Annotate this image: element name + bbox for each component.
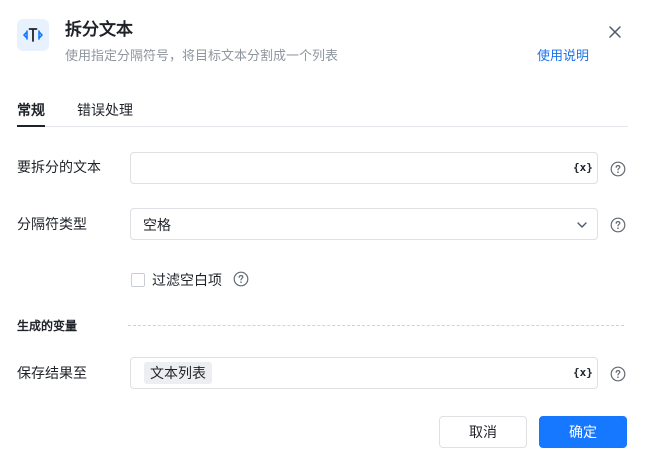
save-result-input[interactable]: 文本列表 {x}: [130, 357, 598, 389]
filter-empty-checkbox[interactable]: [131, 273, 145, 287]
dialog-title: 拆分文本: [65, 20, 133, 39]
cancel-button[interactable]: 取消: [439, 416, 527, 448]
generated-variables-heading: 生成的变量: [17, 319, 78, 333]
text-split-icon: [17, 19, 49, 51]
help-icon[interactable]: [610, 217, 626, 233]
close-icon[interactable]: [604, 21, 626, 43]
separator-type-select[interactable]: 空格: [130, 208, 598, 240]
tab-error-handling[interactable]: 错误处理: [77, 100, 133, 120]
separator-type-label: 分隔符类型: [17, 216, 87, 232]
chevron-down-icon: [576, 218, 588, 230]
tab-general[interactable]: 常规: [17, 100, 45, 127]
dialog-subtitle: 使用指定分隔符号，将目标文本分割成一个列表: [65, 48, 339, 63]
variable-tag[interactable]: 文本列表: [144, 362, 212, 384]
confirm-button[interactable]: 确定: [539, 416, 627, 448]
text-to-split-label: 要拆分的文本: [17, 159, 101, 175]
variable-icon[interactable]: {x}: [573, 161, 593, 175]
separator-type-value: 空格: [143, 217, 171, 233]
usage-guide-link[interactable]: 使用说明: [537, 47, 589, 65]
split-text-dialog: 拆分文本 使用指定分隔符号，将目标文本分割成一个列表 使用说明 常规 错误处理 …: [0, 0, 645, 466]
variable-icon[interactable]: {x}: [573, 366, 593, 380]
help-icon[interactable]: [233, 271, 249, 287]
filter-empty-label: 过滤空白项: [152, 272, 222, 288]
save-result-label: 保存结果至: [17, 365, 87, 381]
section-divider: [128, 325, 624, 326]
help-icon[interactable]: [610, 161, 626, 177]
text-to-split-input[interactable]: {x}: [130, 152, 598, 184]
tab-bar: 常规 错误处理: [17, 100, 628, 127]
help-icon[interactable]: [610, 366, 626, 382]
